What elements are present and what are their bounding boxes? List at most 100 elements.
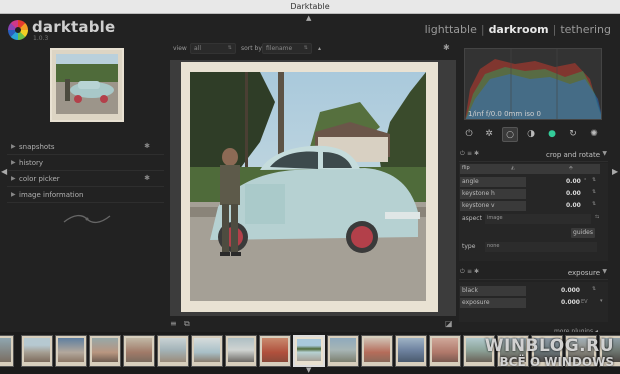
filmstrip-thumbnail[interactable]: [395, 335, 427, 367]
filmstrip-thumbnail[interactable]: [89, 335, 121, 367]
presets-icon[interactable]: ✱: [474, 268, 479, 275]
exposure-unit: EV: [581, 299, 588, 305]
right-panel-collapse-icon[interactable]: ▶: [612, 167, 618, 176]
angle-unit: °: [584, 178, 587, 184]
combo-value: all: [194, 45, 202, 52]
aspect-label: aspect: [462, 215, 482, 222]
exposure-module-body: black 0.000 ⇅ exposure 0.000 EV ▾: [459, 282, 608, 322]
left-panel: ▶ snapshots ✱ ▶ history ▶ color picker ✱…: [7, 48, 164, 328]
crop-module-header[interactable]: ⏻ ≡ ✱ crop and rotate ▼: [459, 149, 608, 162]
quick-access-menu-icon[interactable]: ≡: [170, 319, 177, 328]
filmstrip-thumbnail[interactable]: [157, 335, 189, 367]
top-panel-collapse-icon[interactable]: ▲: [306, 14, 311, 22]
filmstrip-thumbnail[interactable]: [225, 335, 257, 367]
module-label: snapshots: [19, 143, 55, 151]
filmstrip-thumbnail[interactable]: [327, 335, 359, 367]
watermark: WINBLOG.RU ВСЁ О WINDOWS: [485, 336, 614, 369]
expand-arrow-icon: ▶: [11, 175, 16, 182]
view-separator: |: [552, 23, 557, 36]
black-slider[interactable]: black: [460, 286, 526, 296]
power-icon[interactable]: ⏻: [461, 127, 477, 142]
exposure-slider[interactable]: exposure: [460, 298, 526, 308]
module-label: color picker: [19, 175, 60, 183]
histogram[interactable]: 1/inf f/0.0 0mm iso 0: [464, 48, 602, 120]
filmstrip-thumbnail[interactable]: [55, 335, 87, 367]
flip-row[interactable]: [460, 164, 600, 174]
aperture-icon[interactable]: ✺: [586, 127, 602, 142]
presets-icon[interactable]: ⧉: [184, 319, 190, 329]
exif-info: 1/inf f/0.0 0mm iso 0: [468, 110, 541, 118]
power-icon[interactable]: ⏻: [460, 150, 465, 158]
filmstrip-thumbnail[interactable]: [361, 335, 393, 367]
darktable-logo: [8, 20, 28, 40]
spin-arrows-icon[interactable]: ⇅: [592, 201, 596, 207]
power-icon[interactable]: ⏻: [460, 268, 465, 276]
sort-label: sort by: [241, 45, 262, 52]
module-label: image information: [19, 191, 84, 199]
angle-slider[interactable]: angle: [460, 177, 526, 187]
presets-icon[interactable]: ✱: [474, 150, 479, 157]
gear-icon[interactable]: ✱: [144, 174, 150, 182]
module-snapshots[interactable]: ▶ snapshots ✱: [7, 140, 164, 155]
filmstrip-thumbnail[interactable]: [21, 335, 53, 367]
filmstrip-thumbnail[interactable]: [123, 335, 155, 367]
filmstrip-thumbnail-selected[interactable]: [293, 335, 325, 367]
menu-icon[interactable]: ≡: [467, 150, 472, 157]
combo-arrows-icon: ⇅: [227, 45, 232, 51]
color-circle-icon[interactable]: ●: [544, 127, 560, 142]
guides-button[interactable]: guides: [571, 228, 595, 238]
exposure-module-header[interactable]: ⏻ ≡ ✱ exposure ▼: [459, 267, 608, 280]
view-filter-combo[interactable]: all ⇅: [190, 43, 236, 54]
keystone-v-slider[interactable]: keystone v: [460, 201, 526, 211]
collapse-arrow-icon[interactable]: ▼: [602, 150, 607, 157]
view-tethering[interactable]: tethering: [560, 23, 611, 36]
image-canvas[interactable]: [170, 60, 456, 316]
watermark-line-1: WINBLOG.RU: [484, 336, 614, 356]
flip-horizontal-icon[interactable]: ◭: [511, 165, 515, 171]
swap-aspect-icon[interactable]: ⇆: [595, 214, 599, 220]
navigation-image: [56, 54, 118, 114]
keystone-h-slider[interactable]: keystone h: [460, 189, 526, 199]
filmstrip-collapse-icon[interactable]: ▼: [306, 366, 311, 374]
guide-type-combo[interactable]: [485, 242, 597, 252]
window-titlebar: Darktable: [0, 0, 620, 14]
exposure-value: 0.000: [561, 299, 580, 306]
filmstrip-thumbnail[interactable]: [0, 335, 14, 367]
darktable-app: ▲ darktable 1.0.3 lighttable | darkroom | te…: [0, 14, 620, 374]
module-color-picker[interactable]: ▶ color picker ✱: [7, 172, 164, 187]
scroll-down-icon[interactable]: ▾: [600, 298, 603, 304]
filmstrip-thumbnail[interactable]: [259, 335, 291, 367]
module-history[interactable]: ▶ history: [7, 156, 164, 171]
keystone-h-value: 0.00: [566, 190, 581, 197]
crop-module-body: flip ◭ ⬘ angle 0.00 ° ⇅ keystone h 0.00 …: [459, 163, 608, 261]
collapse-arrow-icon[interactable]: ▼: [602, 268, 607, 275]
view-lighttable[interactable]: lighttable: [425, 23, 477, 36]
star-icon[interactable]: ✲: [481, 127, 497, 142]
color-assessment-icon[interactable]: ◪: [445, 319, 453, 328]
panel-end-swirl-icon: [63, 214, 111, 224]
sort-combo[interactable]: filename ⇅: [262, 43, 312, 54]
gear-icon[interactable]: ✱: [144, 142, 150, 150]
watermark-line-2: ВСЁ О WINDOWS: [499, 355, 615, 369]
module-name: crop and rotate: [545, 151, 600, 159]
view-darkroom[interactable]: darkroom: [489, 23, 549, 36]
filmstrip-thumbnail[interactable]: [191, 335, 223, 367]
filmstrip-thumbnail[interactable]: [429, 335, 461, 367]
module-image-information[interactable]: ▶ image information: [7, 188, 164, 203]
edited-photo: [181, 62, 438, 312]
sort-direction-toggle[interactable]: ▴: [318, 45, 321, 52]
keystone-v-value: 0.00: [566, 202, 581, 209]
expand-arrow-icon: ▶: [11, 191, 16, 198]
navigation-thumbnail[interactable]: [50, 48, 124, 122]
swirl-icon[interactable]: ↻: [565, 127, 581, 142]
expand-arrow-icon: ▶: [11, 159, 16, 166]
spin-arrows-icon[interactable]: ⇅: [592, 177, 596, 183]
circle-icon[interactable]: ○: [502, 127, 518, 142]
half-circle-icon[interactable]: ◑: [523, 127, 539, 142]
combo-arrows-icon: ⇅: [303, 45, 308, 51]
toolbar-gear-icon[interactable]: ✱: [443, 43, 450, 52]
spin-arrows-icon[interactable]: ⇅: [592, 286, 596, 292]
menu-icon[interactable]: ≡: [467, 268, 472, 275]
spin-arrows-icon[interactable]: ⇅: [592, 189, 596, 195]
flip-vertical-icon[interactable]: ⬘: [569, 165, 573, 171]
